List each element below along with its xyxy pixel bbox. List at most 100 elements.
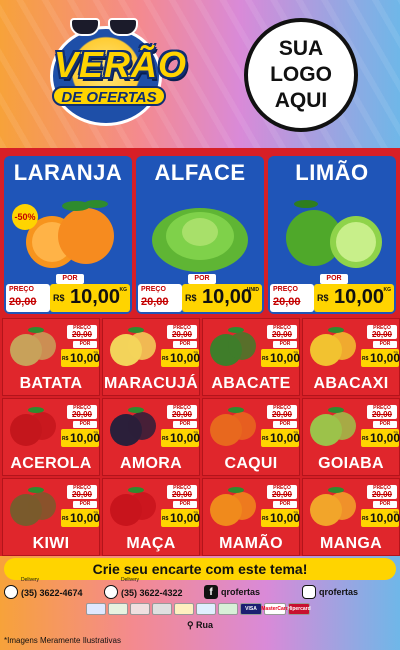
currency: R$ [262, 356, 269, 362]
old-price: 20,00 [171, 410, 193, 419]
address-text: Rua [196, 620, 214, 630]
logo-text-line-1: SUA [278, 37, 324, 60]
unit: KG [93, 430, 98, 434]
instagram-contact[interactable]: qrofertas [302, 583, 358, 601]
old-price-block: PREÇO 20,00 [167, 325, 197, 339]
contact-row: Delivery (35) 3622-4674 Delivery (35) 36… [0, 577, 400, 601]
featured-name: LIMÃO [295, 160, 369, 185]
product-image [10, 407, 56, 446]
phone-contact[interactable]: Delivery (35) 3622-4322 [104, 577, 183, 601]
por-label: POR [320, 274, 348, 284]
new-price: 10,00 [70, 286, 121, 308]
old-price-block: PREÇO 20,00 [138, 284, 182, 312]
currency: R$ [62, 436, 69, 442]
new-price-block: R$ 10,00 KG [61, 509, 100, 527]
header-banner: VERÃO DE OFERTAS SUA LOGO AQUI [0, 0, 400, 148]
product-image [10, 327, 56, 366]
old-price-block: PREÇO 20,00 [267, 405, 297, 419]
old-price-block: PREÇO 20,00 [267, 485, 297, 499]
product-name: ABACATE [211, 375, 291, 392]
cta-banner[interactable]: Crie seu encarte com este tema! [4, 558, 396, 580]
currency: R$ [62, 516, 69, 522]
disclaimer: *Imagens Meramente Ilustrativas [4, 636, 121, 645]
facebook-icon: f [204, 585, 218, 599]
address: ⚲ Rua [0, 620, 400, 634]
old-price: 20,00 [271, 330, 293, 339]
unit: KG [293, 430, 298, 434]
payment-card-icon: VISA [240, 603, 262, 615]
por-label: POR [73, 341, 97, 348]
location-pin-icon: ⚲ [186, 620, 197, 630]
currency: R$ [162, 516, 169, 522]
product-card: PREÇO 20,00 POR R$ 10,00 KG AMORA [102, 398, 200, 476]
lettuce-image [152, 208, 248, 272]
price-tag: PREÇO 20,00 POR R$ 10,00 KG [361, 405, 400, 451]
new-price-block: R$ 10,00 KG [361, 509, 400, 527]
por-label: POR [273, 501, 297, 508]
new-price-block: R$ 10,00 KG [61, 429, 100, 447]
currency: R$ [362, 356, 369, 362]
price-tag: POR PREÇO 20,00 R$ 10,00 KG [6, 274, 130, 312]
payment-card-icon: MasterCard [261, 603, 289, 615]
facebook-contact[interactable]: f qrofertas [204, 583, 260, 601]
payment-card-icon [174, 603, 194, 615]
whatsapp-contact[interactable]: Delivery (35) 3622-4674 [4, 577, 83, 601]
unit: UNID [246, 287, 259, 293]
product-name: MAÇA [126, 535, 176, 552]
currency: R$ [362, 436, 369, 442]
old-price: 20,00 [271, 410, 293, 419]
price-tag: PREÇO 20,00 POR R$ 10,00 KG [61, 405, 100, 451]
old-price: 20,00 [371, 490, 393, 499]
old-price: 20,00 [141, 296, 169, 308]
currency: R$ [317, 293, 329, 303]
currency: R$ [162, 356, 169, 362]
logo-text-line-3: AQUI [274, 89, 328, 112]
new-price-block: R$ 10,00 KG [161, 349, 200, 367]
price-tag: PREÇO 20,00 POR R$ 10,00 KG [61, 325, 100, 371]
currency: R$ [53, 293, 65, 303]
unit: KG [293, 350, 298, 354]
whatsapp-icon [4, 585, 18, 599]
facebook-handle: qrofertas [221, 587, 261, 597]
product-image [10, 487, 56, 526]
featured-row: LARANJA -50% POR PREÇO 20,00 R$ 10,00 KG [0, 148, 400, 316]
featured-card-limao: LIMÃO POR PREÇO 20,00 R$ 10,00 KG [268, 156, 396, 314]
new-price-block: R$ 10,00 KG [50, 284, 130, 312]
price-tag: PREÇO 20,00 POR R$ 10,00 KG [261, 485, 300, 531]
phone-number: (35) 3622-4322 [121, 588, 183, 598]
old-price: 20,00 [171, 330, 193, 339]
product-card: PREÇO 20,00 POR R$ 10,00 KG ACEROLA [2, 398, 100, 476]
new-price: 10,00 [334, 286, 385, 308]
price-tag: PREÇO 20,00 POR R$ 10,00 KG [261, 325, 300, 371]
payment-card-icon [108, 603, 128, 615]
payment-card-icon [130, 603, 150, 615]
old-price-label: PREÇO [9, 286, 34, 293]
old-price-block: PREÇO 20,00 [67, 325, 97, 339]
currency: R$ [162, 436, 169, 442]
old-price-block: PREÇO 20,00 [367, 485, 397, 499]
new-price-block: R$ 10,00 KG [314, 284, 394, 312]
product-card: PREÇO 20,00 POR R$ 10,00 KG MAÇA [102, 478, 200, 556]
new-price-block: R$ 10,00 KG [161, 509, 200, 527]
product-card: PREÇO 20,00 POR R$ 10,00 KG KIWI [2, 478, 100, 556]
discount-badge: -50% [12, 204, 38, 230]
new-price-block: R$ 10,00 KG [361, 349, 400, 367]
featured-card-laranja: LARANJA -50% POR PREÇO 20,00 R$ 10,00 KG [4, 156, 132, 314]
unit: KG [193, 430, 198, 434]
old-price-block: PREÇO 20,00 [367, 325, 397, 339]
por-label: POR [173, 501, 197, 508]
featured-name: ALFACE [154, 160, 246, 185]
price-tag: PREÇO 20,00 POR R$ 10,00 KG [361, 485, 400, 531]
phone-label: Delivery [121, 577, 140, 583]
phone-icon [104, 585, 118, 599]
unit: KG [393, 510, 398, 514]
footer: Crie seu encarte com este tema! Delivery… [0, 556, 400, 650]
product-name: GOIABA [318, 455, 384, 472]
price-tag: POR PREÇO 20,00 R$ 10,00 KG [270, 274, 394, 312]
unit: KG [119, 287, 128, 293]
por-label: POR [273, 421, 297, 428]
por-label: POR [373, 501, 397, 508]
product-card: PREÇO 20,00 POR R$ 10,00 KG MANGA [302, 478, 400, 556]
currency: R$ [185, 293, 197, 303]
product-card: PREÇO 20,00 POR R$ 10,00 KG MAMÃO [202, 478, 300, 556]
